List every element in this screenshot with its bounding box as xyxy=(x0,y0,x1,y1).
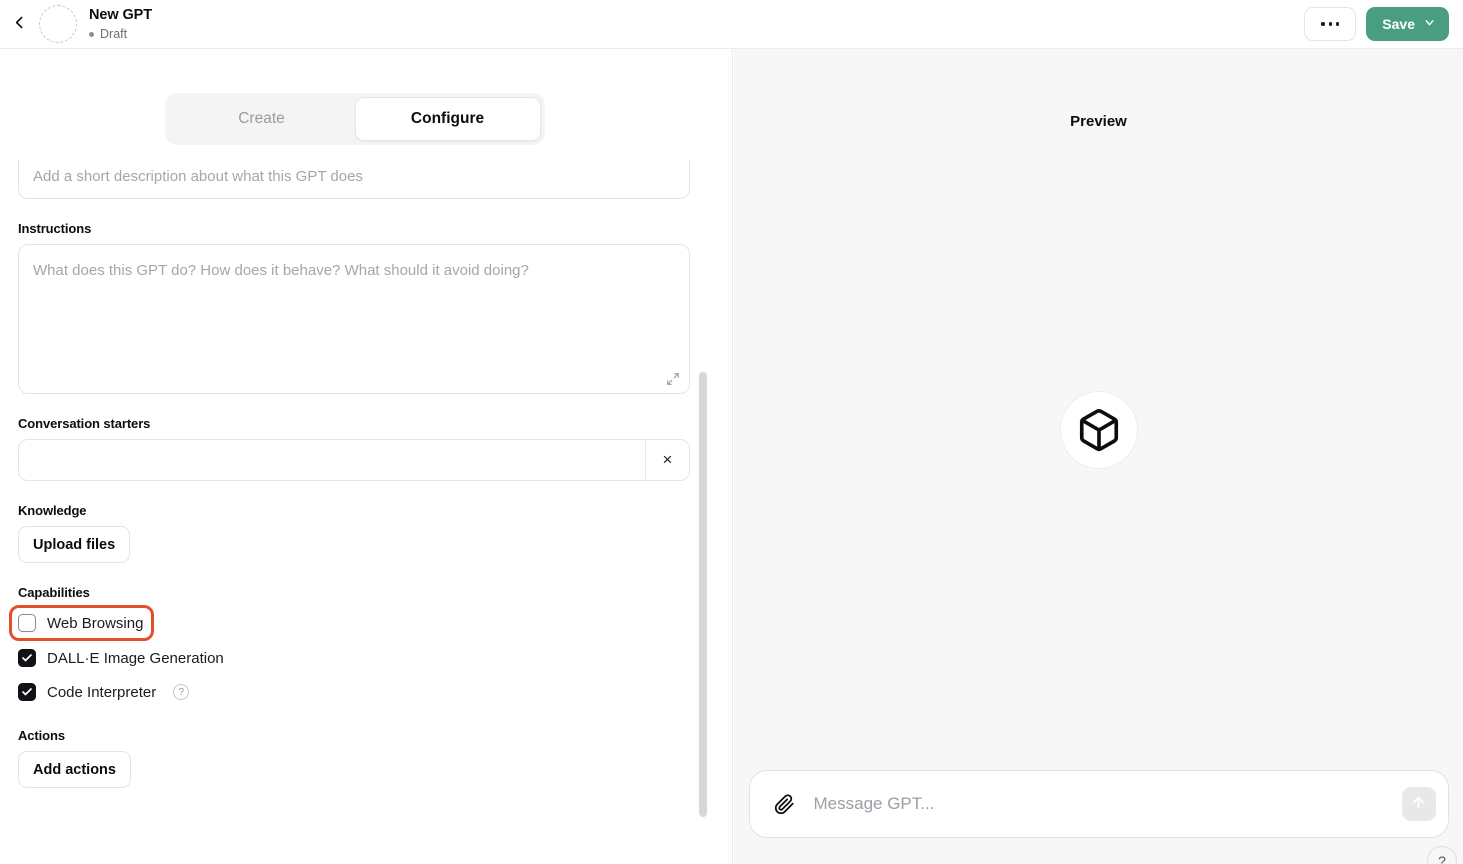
capability-row-dalle-image-generation[interactable]: DALL·E Image Generation xyxy=(18,644,228,672)
configure-panel-content: Create Configure Add a short description… xyxy=(0,49,732,788)
preview-body xyxy=(734,90,1463,770)
tab-configure[interactable]: Configure xyxy=(354,97,541,141)
knowledge-label: Knowledge xyxy=(18,503,87,518)
conversation-starters-label: Conversation starters xyxy=(18,416,151,431)
status-label: Draft xyxy=(100,27,128,41)
send-message-button[interactable] xyxy=(1401,787,1436,821)
instructions-textarea[interactable]: What does this GPT do? How does it behav… xyxy=(18,244,690,394)
conversation-starter-row: × xyxy=(18,439,690,481)
status-dot-icon xyxy=(89,31,94,37)
editor-scrollbar[interactable] xyxy=(699,372,707,817)
help-button[interactable]: ? xyxy=(1427,846,1457,864)
status-badge: Draft xyxy=(89,27,152,41)
capabilities-section: Capabilities Web Browsing DALL·E Image G… xyxy=(8,585,691,706)
message-input[interactable] xyxy=(813,794,1402,814)
description-field-wrapper: Add a short description about what this … xyxy=(18,159,691,199)
instructions-label: Instructions xyxy=(18,221,92,236)
header-title-block: New GPT Draft xyxy=(89,7,152,41)
capability-row-code-interpreter[interactable]: Code Interpreter ? xyxy=(18,678,193,706)
actions-section: Actions Add actions xyxy=(18,728,691,788)
gpt-avatar-placeholder[interactable] xyxy=(39,5,77,43)
dot-3-icon xyxy=(1335,22,1340,26)
checkbox-dalle-image-generation[interactable] xyxy=(18,649,36,667)
app-header: New GPT Draft Save xyxy=(0,0,1463,49)
cube-box-icon xyxy=(1059,391,1138,469)
dot-2-icon xyxy=(1328,22,1333,26)
preview-panel: Preview ? xyxy=(734,49,1463,864)
checkbox-web-browsing[interactable] xyxy=(18,614,36,632)
capability-label-web-browsing: Web Browsing xyxy=(47,614,144,632)
back-button[interactable] xyxy=(2,7,36,41)
editor-scrollbar-thumb[interactable] xyxy=(699,372,707,817)
message-composer xyxy=(748,770,1449,838)
tab-bar: Create Configure xyxy=(18,49,691,145)
gpt-builder-screen: New GPT Draft Save Create Configure Add … xyxy=(0,0,1463,864)
chevron-left-icon xyxy=(11,14,28,34)
save-button-label: Save xyxy=(1382,16,1415,32)
instructions-placeholder: What does this GPT do? How does it behav… xyxy=(33,262,529,279)
capabilities-label: Capabilities xyxy=(18,585,90,600)
conversation-starter-input[interactable] xyxy=(19,440,645,480)
conversation-starters-section: Conversation starters × xyxy=(18,416,691,481)
capability-row-web-browsing[interactable]: Web Browsing xyxy=(8,605,155,641)
configure-panel: Create Configure Add a short description… xyxy=(0,49,733,864)
help-question-icon[interactable]: ? xyxy=(173,684,190,700)
upload-files-button[interactable]: Upload files xyxy=(18,526,131,563)
page-title: New GPT xyxy=(89,7,152,23)
capabilities-list: Web Browsing DALL·E Image Generation Cod… xyxy=(8,605,691,706)
tab-group: Create Configure xyxy=(164,93,545,145)
more-options-button[interactable] xyxy=(1304,7,1357,41)
expand-diagonal-icon[interactable] xyxy=(666,372,680,386)
tab-create[interactable]: Create xyxy=(169,97,355,141)
capability-label-code-interpreter: Code Interpreter xyxy=(47,683,157,701)
save-button[interactable]: Save xyxy=(1366,7,1449,41)
capability-label-dalle-image-generation: DALL·E Image Generation xyxy=(47,649,224,667)
arrow-up-icon xyxy=(1410,794,1427,814)
chevron-down-icon xyxy=(1423,16,1436,32)
dot-1-icon xyxy=(1321,22,1325,26)
description-input[interactable]: Add a short description about what this … xyxy=(18,159,690,199)
checkbox-code-interpreter[interactable] xyxy=(18,683,36,701)
paperclip-icon[interactable] xyxy=(772,791,798,817)
add-actions-button[interactable]: Add actions xyxy=(18,751,131,788)
actions-label: Actions xyxy=(18,728,65,743)
instructions-section: Instructions What does this GPT do? How … xyxy=(18,221,691,394)
close-x-icon[interactable]: × xyxy=(645,440,689,480)
header-actions: Save xyxy=(1304,7,1449,41)
knowledge-section: Knowledge Upload files xyxy=(18,503,691,563)
